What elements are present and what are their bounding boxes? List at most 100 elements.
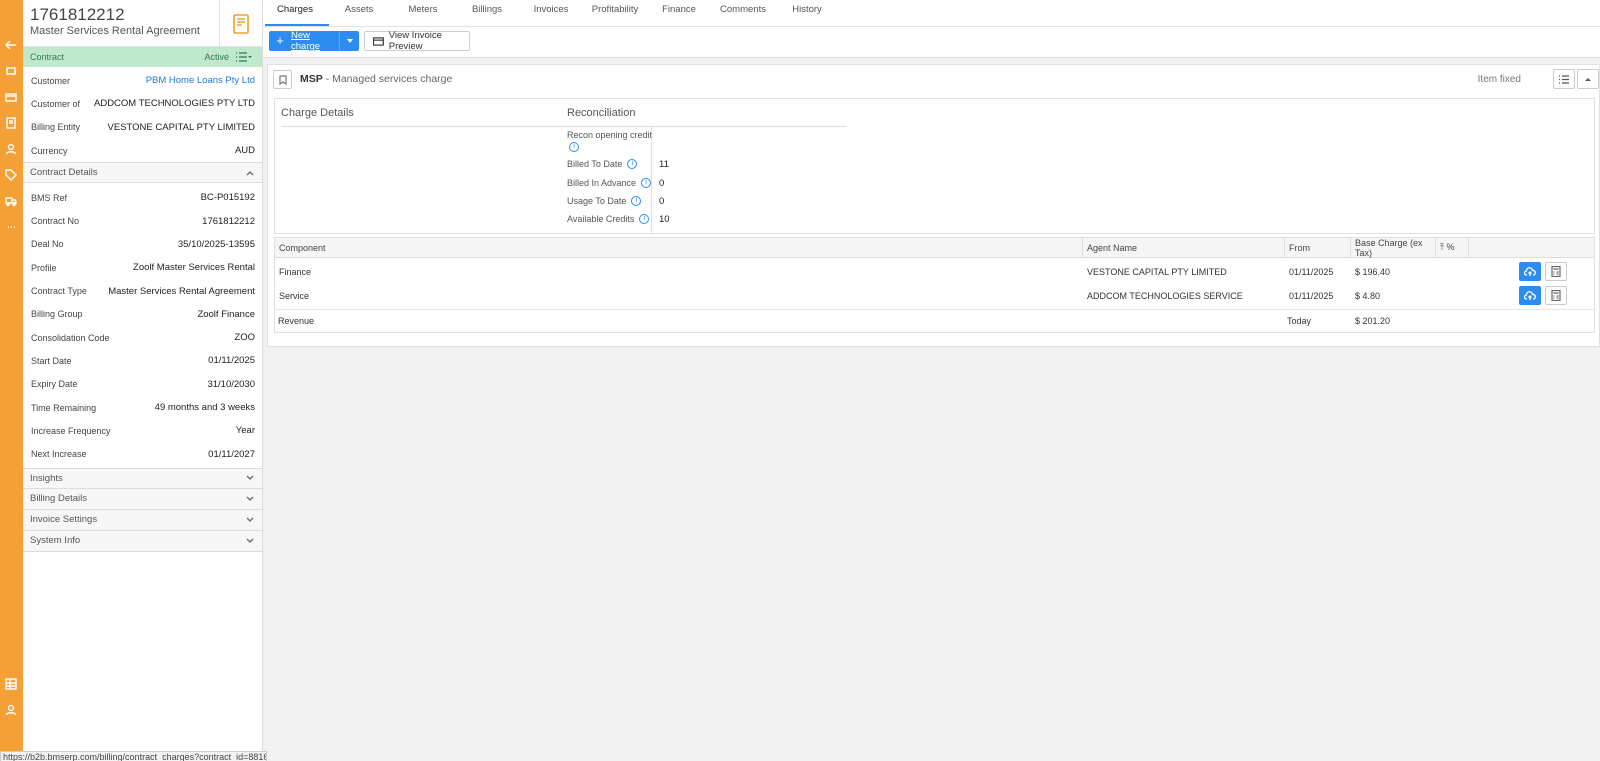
field-label: Customer of (31, 98, 81, 109)
receipt-icon[interactable] (4, 116, 18, 130)
contract-header: 1761812212 Master Services Rental Agreem… (23, 0, 262, 47)
revenue-base: $ 201.20 (1355, 316, 1391, 326)
detail-row: Contract Type Master Services Rental Agre… (23, 279, 262, 302)
info-icon[interactable]: i (627, 159, 638, 169)
bookmark-icon[interactable] (273, 70, 292, 89)
grid-icon[interactable] (4, 677, 18, 691)
info-icon[interactable]: i (641, 178, 652, 188)
cell-agent: VESTONE CAPITAL PTY LIMITED (1087, 267, 1227, 277)
column-header[interactable]: From (1285, 238, 1351, 257)
tab-charges[interactable]: Charges (263, 0, 329, 26)
field-value: 35/10/2025-13595 (177, 238, 255, 250)
section-title: Invoice Settings (30, 514, 98, 526)
calculator-icon (1551, 290, 1561, 301)
tab-invoices[interactable]: Invoices (519, 0, 583, 26)
card-icon[interactable] (4, 90, 18, 104)
field-label: Customer (31, 75, 71, 86)
info-icon[interactable]: i (631, 196, 642, 206)
tab-comments[interactable]: Comments (711, 0, 775, 26)
book-icon[interactable] (219, 0, 262, 47)
calculator-button[interactable] (1545, 262, 1567, 281)
contract-name: Master Services Rental Agreement (30, 25, 200, 37)
detail-row: Billing Group Zoolf Finance (23, 303, 262, 326)
summary-row: Customer of ADDCOM TECHNOLOGIES PTY LTD (23, 92, 262, 115)
new-charge-button[interactable]: + New charge (269, 30, 359, 52)
recon-label: Recon opening credit (567, 130, 653, 140)
chevron-up-icon (245, 168, 255, 178)
status-badge: Active (204, 52, 229, 62)
cloud-upload-icon (1524, 290, 1536, 300)
truck-icon[interactable] (4, 194, 18, 208)
tab-history[interactable]: History (775, 0, 839, 26)
list-icon (1559, 74, 1569, 84)
chevron-down-icon[interactable] (339, 31, 359, 51)
recon-row: Usage To Date i (567, 196, 642, 206)
customer-link[interactable]: PBM Home Loans Pty Ltd (146, 75, 255, 86)
view-invoice-preview-button[interactable]: View Invoice Preview (364, 30, 470, 52)
field-label: Expiry Date (31, 379, 78, 390)
column-header[interactable]: ⤒ % (1436, 238, 1469, 257)
status-url: https://b2b.bmserp.com/billing/contract_… (0, 751, 267, 761)
cell-base: $ 4.80 (1355, 291, 1381, 301)
recon-row: Available Credits i (567, 214, 650, 224)
transfer-icon[interactable] (4, 64, 18, 78)
recon-label: Billed To Date (567, 159, 623, 169)
summary-list: Customer PBM Home Loans Pty Ltd Customer o… (23, 67, 262, 162)
field-value: BC-P015192 (200, 192, 255, 204)
field-value: Master Services Rental Agreement (108, 285, 255, 297)
column-header[interactable]: Agent Name (1083, 238, 1285, 257)
recon-value: 10 (659, 214, 670, 225)
charge-title: MSP - Managed services charge (300, 73, 452, 85)
collapse-button[interactable] (1577, 69, 1599, 89)
tab-billings[interactable]: Billings (455, 0, 519, 26)
info-icon[interactable]: i (569, 142, 579, 152)
tab-assets[interactable]: Assets (327, 0, 391, 26)
field-value: VESTONE CAPITAL PTY LIMITED (107, 121, 255, 133)
reconciliation-panel: Charge Details Reconciliation Recon open… (274, 98, 1595, 235)
table-row[interactable]: Service ADDCOM TECHNOLOGIES SERVICE 01/11/… (275, 284, 1594, 308)
upload-button[interactable] (1519, 286, 1541, 305)
more-icon[interactable] (4, 220, 18, 234)
cloud-upload-icon (1524, 266, 1536, 276)
back-arrow-icon[interactable] (4, 38, 18, 52)
section-title: Billing Details (30, 493, 88, 505)
user-icon[interactable] (4, 142, 18, 156)
view-invoice-preview-label: View Invoice Preview (388, 30, 442, 52)
column-header[interactable]: Component (275, 238, 1083, 257)
section-invoice-settings[interactable]: Invoice Settings (23, 509, 262, 531)
cell-agent: ADDCOM TECHNOLOGIES SERVICE (1087, 291, 1243, 301)
field-label: Deal No (31, 239, 64, 250)
contract-details-list: BMS Ref BC-P015192 Contract No 1761812212 De… (23, 183, 262, 468)
contract-status-bar: Contract Active (23, 47, 262, 67)
cell-component: Finance (279, 267, 312, 277)
chevron-down-icon (245, 536, 255, 546)
list-view-button[interactable] (1553, 69, 1575, 89)
section-billing-details[interactable]: Billing Details (23, 488, 262, 510)
charge-card: MSP - Managed services charge Item fixed… (267, 64, 1600, 347)
field-value: 01/11/2025 (208, 355, 255, 367)
field-value: Zoolf Master Services Rental (133, 262, 255, 274)
field-value: Zoolf Finance (197, 308, 255, 320)
info-icon[interactable]: i (639, 214, 650, 224)
components-table: Component Agent Name From Base Charge (ex T… (274, 237, 1595, 333)
upload-button[interactable] (1519, 262, 1541, 281)
recon-row: Recon opening credit i (567, 130, 652, 152)
field-value: Year (235, 425, 255, 437)
table-row[interactable]: Finance VESTONE CAPITAL PTY LIMITED 01/11/… (275, 260, 1594, 284)
calculator-button[interactable] (1545, 286, 1567, 305)
section-title: System Info (30, 535, 81, 547)
tab-profitability[interactable]: Profitability (583, 0, 647, 26)
tag-icon[interactable] (4, 168, 18, 182)
section-system-info[interactable]: System Info (23, 530, 262, 552)
detail-row: BMS Ref BC-P015192 (23, 186, 262, 209)
contract-bar-label: Contract (30, 52, 65, 62)
list-menu-icon[interactable] (235, 52, 255, 62)
tab-meters[interactable]: Meters (391, 0, 455, 26)
section-title: Contract Details (30, 167, 98, 179)
chevron-down-icon (245, 494, 255, 504)
column-header[interactable]: Base Charge (ex Tax) (1351, 238, 1436, 258)
section-insights[interactable]: Insights (23, 467, 262, 489)
profile-icon[interactable] (4, 703, 18, 717)
section-contract-details[interactable]: Contract Details (23, 162, 262, 184)
tab-finance[interactable]: Finance (647, 0, 711, 26)
